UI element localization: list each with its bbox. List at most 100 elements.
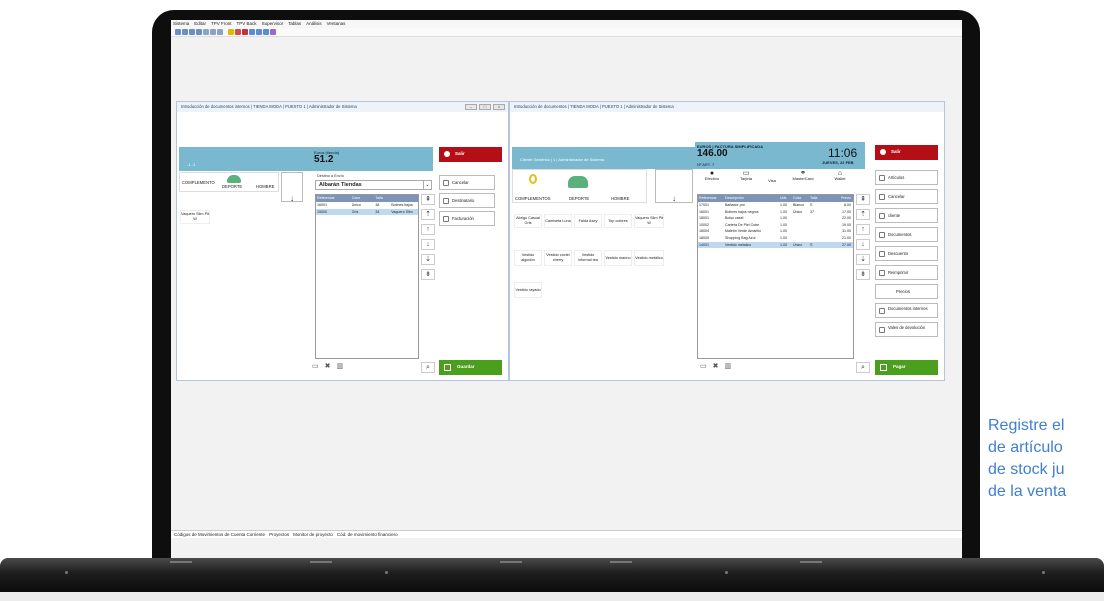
new-document-icon[interactable]: ▭ bbox=[312, 363, 325, 370]
payment-tarjeta[interactable]: ▭ Tarjeta bbox=[731, 170, 761, 181]
down-arrow-button[interactable]: ↓ bbox=[655, 169, 693, 203]
last-row-icon[interactable]: ⇟ bbox=[421, 269, 435, 280]
table-row[interactable]: 17001 Bañador pro 1.00 Blanco S 8.00 bbox=[698, 202, 853, 209]
menu-item[interactable]: TPV Back bbox=[237, 21, 257, 26]
toolbar-icon[interactable] bbox=[217, 29, 223, 35]
return-vouchers-button[interactable]: Vales de devolución bbox=[875, 322, 938, 337]
recipient-button[interactable]: Destinatario bbox=[439, 193, 495, 208]
taskbar-item[interactable]: Proyectos bbox=[269, 532, 289, 537]
destino-select[interactable]: Albarán Tiendas ⌄ bbox=[315, 180, 432, 190]
menu-item[interactable]: Análisis bbox=[306, 21, 322, 26]
exit-button[interactable]: Salir bbox=[439, 147, 502, 162]
down-arrow-icon[interactable]: ↓ bbox=[421, 239, 435, 250]
save-button[interactable]: Guardar bbox=[439, 360, 502, 375]
col-referencia[interactable]: Referencia bbox=[317, 195, 352, 202]
cancel-button[interactable]: Cancelar bbox=[875, 189, 938, 204]
minimize-button[interactable]: – bbox=[465, 104, 477, 110]
col-referencia[interactable]: Referencia bbox=[699, 195, 725, 202]
menu-item[interactable]: Sistema bbox=[173, 21, 189, 26]
barcode-icon[interactable]: ▥ bbox=[725, 363, 738, 370]
category-complementos[interactable]: COMPLEMENTOS bbox=[515, 196, 551, 201]
delete-icon[interactable]: ✖ bbox=[713, 363, 725, 370]
toolbar-icon[interactable] bbox=[203, 29, 209, 35]
taskbar-item[interactable]: Códigos de Movimientos de Cuenta Corrien… bbox=[174, 532, 265, 537]
product-vaquero-slim[interactable]: Vaquero Slim Pit W bbox=[180, 210, 210, 224]
page-down-icon[interactable]: ⇣ bbox=[421, 254, 435, 265]
payment-mastercard[interactable]: ⚭ MasterCard bbox=[785, 170, 821, 181]
toolbar-icon[interactable] bbox=[182, 29, 188, 35]
payment-visa[interactable]: Visa bbox=[761, 178, 783, 183]
toolbar-icon[interactable] bbox=[270, 29, 276, 35]
close-button[interactable]: × bbox=[493, 104, 505, 110]
toolbar-icon[interactable] bbox=[256, 29, 262, 35]
menu-item[interactable]: Supervisor bbox=[262, 21, 284, 26]
barcode-icon[interactable]: ▥ bbox=[337, 363, 350, 370]
search-icon[interactable]: ⌕ bbox=[421, 362, 435, 373]
product-item[interactable]: Vestido metálico bbox=[634, 250, 664, 266]
col-color[interactable]: Color bbox=[352, 195, 376, 202]
payment-efectivo[interactable]: ● Efectivo bbox=[697, 170, 727, 181]
col-precio[interactable]: Precio bbox=[827, 195, 853, 202]
up-arrow-icon[interactable]: ↑ bbox=[856, 224, 870, 235]
maximize-button[interactable]: □ bbox=[479, 104, 491, 110]
product-item[interactable]: Vestido rayado bbox=[514, 282, 542, 298]
toolbar-icon[interactable] bbox=[249, 29, 255, 35]
delete-icon[interactable]: ✖ bbox=[325, 363, 337, 370]
toolbar-icon[interactable] bbox=[196, 29, 202, 35]
table-row[interactable]: 18004 Maletín Verde Amarillo 1.00 31.00 bbox=[698, 228, 853, 235]
product-item[interactable]: Vestido marino bbox=[604, 250, 632, 266]
toolbar-icon[interactable] bbox=[228, 29, 234, 35]
down-arrow-icon[interactable]: ↓ bbox=[856, 239, 870, 250]
product-item[interactable]: Top colores bbox=[604, 214, 632, 228]
taskbar-item[interactable]: Monitor de proyecto bbox=[293, 532, 333, 537]
product-item[interactable]: Vestido algodón bbox=[514, 250, 542, 266]
category-deporte[interactable]: DEPORTE bbox=[569, 196, 589, 201]
table-row[interactable]: 10002 Cartera De Piel Cube 1.00 19.00 bbox=[698, 222, 853, 229]
internal-documents-button[interactable]: Documentos internos bbox=[875, 303, 938, 318]
cancel-button[interactable]: Cancelar bbox=[439, 175, 495, 190]
col-uds[interactable]: Uds bbox=[780, 195, 793, 202]
table-row[interactable]: 15000 Gris 34 Vaquero Slim bbox=[316, 208, 418, 216]
table-row[interactable]: 14001 Vestido metalico 1.00 Único S 27.00 bbox=[698, 241, 853, 249]
pay-button[interactable]: Pagar bbox=[875, 360, 938, 375]
new-document-icon[interactable]: ▭ bbox=[700, 363, 713, 370]
table-row[interactable]: 16001 Botines bajos negros 1.00 Único 37 17.0… bbox=[698, 209, 853, 216]
product-item[interactable]: Vestido cóctel cherry bbox=[544, 250, 572, 266]
articles-button[interactable]: Artículos bbox=[875, 170, 938, 185]
taskbar-item[interactable]: Cód. de movimiento financiero bbox=[337, 532, 398, 537]
client-button[interactable]: cliente bbox=[875, 208, 938, 223]
table-row[interactable]: 18009 Shopping Bag Azul 1.00 21.00 bbox=[698, 235, 853, 242]
product-item[interactable]: Vestido informal tea bbox=[574, 250, 602, 266]
table-row[interactable]: 16001 Único 38 Botines bajos bbox=[316, 202, 418, 209]
page-up-icon[interactable]: ⇡ bbox=[856, 209, 870, 220]
menu-item[interactable]: Ventanas bbox=[327, 21, 346, 26]
toolbar-icon[interactable] bbox=[175, 29, 181, 35]
page-up-icon[interactable]: ⇡ bbox=[421, 209, 435, 220]
first-row-icon[interactable]: ⇞ bbox=[421, 194, 435, 205]
product-item[interactable]: Camiseta Luna bbox=[544, 214, 572, 228]
col-color[interactable]: Color bbox=[793, 195, 810, 202]
documents-button[interactable]: Documentos bbox=[875, 227, 938, 242]
page-down-icon[interactable]: ⇣ bbox=[856, 254, 870, 265]
category-deporte[interactable]: DEPORTE bbox=[222, 184, 242, 189]
up-arrow-icon[interactable]: ↑ bbox=[421, 224, 435, 235]
toolbar-icon[interactable] bbox=[210, 29, 216, 35]
toolbar-icon[interactable] bbox=[242, 29, 248, 35]
prices-button[interactable]: Precios bbox=[875, 284, 938, 299]
menu-item[interactable]: Editar bbox=[194, 21, 206, 26]
exit-button[interactable]: Salir bbox=[875, 145, 938, 160]
product-item[interactable]: Falda Asey bbox=[574, 214, 602, 228]
toolbar-icon[interactable] bbox=[263, 29, 269, 35]
col-talla[interactable]: Talla bbox=[810, 195, 827, 202]
toolbar-icon[interactable] bbox=[189, 29, 195, 35]
col-desc[interactable] bbox=[391, 195, 418, 202]
col-descripcion[interactable]: Descripción bbox=[725, 195, 780, 202]
col-talla[interactable]: Talla bbox=[375, 195, 391, 202]
product-item[interactable]: Vaquero Slim Pit W bbox=[634, 214, 664, 228]
billing-button[interactable]: Facturación bbox=[439, 211, 495, 226]
discount-button[interactable]: Descuento bbox=[875, 246, 938, 261]
down-arrow-button[interactable]: ↓ bbox=[281, 172, 303, 203]
toolbar-icon[interactable] bbox=[235, 29, 241, 35]
table-row[interactable]: 18001 Bolso casel 1.00 22.00 bbox=[698, 215, 853, 222]
category-hombre[interactable]: HOMBRE bbox=[256, 184, 274, 189]
